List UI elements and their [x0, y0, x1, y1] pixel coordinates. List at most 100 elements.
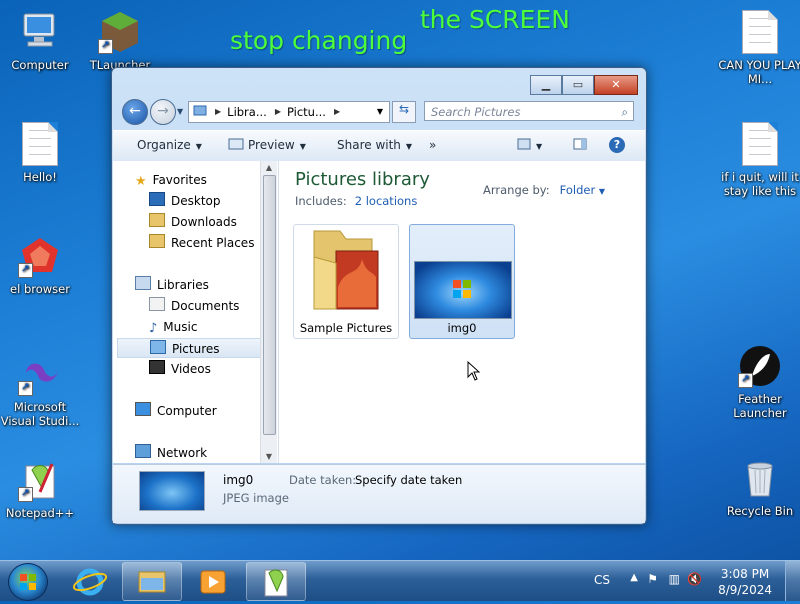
shortcut-arrow-icon: ↗ [18, 381, 33, 396]
arrange-by-dropdown[interactable]: Folder ▼ [560, 183, 605, 197]
downloads-icon [149, 213, 165, 227]
shortcut-arrow-icon: ↗ [738, 373, 753, 388]
visual-studio-icon: ↗ [18, 352, 62, 396]
action-center-flag-icon[interactable]: ⚑ [647, 572, 658, 586]
desktop-icon-notepad-plus-plus[interactable]: ↗ Notepad++ [0, 458, 82, 520]
nav-scrollbar[interactable]: ▲ ▼ [260, 161, 277, 463]
folder-icon [138, 571, 166, 593]
breadcrumb-libraries[interactable]: Libra... [227, 102, 267, 122]
preview-pane-icon [573, 138, 587, 152]
command-toolbar: Organize ▼ Preview ▼ Share with ▼ » ▼ ? [113, 130, 645, 162]
desktop-icon-visual-studio[interactable]: ↗ Microsoft Visual Studi... [0, 352, 82, 428]
taskbar-notepad-plus-plus[interactable] [246, 562, 306, 601]
shortcut-arrow-icon: ↗ [18, 263, 33, 278]
taskbar-clock[interactable]: 3:08 PM 8/9/2024 [718, 566, 772, 598]
details-file-type: JPEG image [223, 491, 289, 505]
window-controls: ▁ ▭ ✕ [530, 75, 638, 95]
desktop-icon-tlauncher[interactable]: ↗ TLauncher [78, 10, 162, 72]
recent-places-icon [149, 234, 165, 248]
scroll-up-icon[interactable]: ▲ [261, 163, 277, 172]
start-button[interactable] [8, 563, 48, 601]
preview-button[interactable]: Preview ▼ [228, 138, 306, 152]
nav-libraries[interactable]: Libraries [135, 275, 278, 295]
show-hidden-icons-button[interactable]: ▲ [630, 572, 638, 583]
breadcrumb-separator: ▶ [215, 107, 222, 116]
help-button[interactable]: ? [609, 137, 625, 153]
nav-network[interactable]: Network [135, 443, 278, 463]
scroll-down-icon[interactable]: ▼ [261, 452, 277, 461]
desktop-icon-label: Microsoft Visual Studi... [0, 400, 80, 428]
browser-icon: ↗ [18, 234, 62, 278]
volume-muted-icon[interactable]: 🔇 [687, 572, 702, 586]
desktop-icon-el-browser[interactable]: ↗ el browser [0, 234, 82, 296]
share-with-button[interactable]: Share with ▼ [337, 138, 412, 152]
shortcut-arrow-icon: ↗ [18, 487, 33, 502]
videos-icon [149, 360, 165, 374]
breadcrumb-pictures[interactable]: Pictu... [287, 102, 326, 122]
help-icon: ? [613, 138, 621, 151]
details-date-label: Date taken: [289, 473, 357, 487]
maximize-button[interactable]: ▭ [562, 75, 594, 95]
language-indicator[interactable]: CS [594, 573, 610, 587]
folder-tile-sample-pictures[interactable]: Sample Pictures [293, 224, 399, 339]
breadcrumb-separator: ▶ [274, 107, 281, 116]
desktop-icon-recycle-bin[interactable]: Recycle Bin [718, 456, 800, 518]
nav-scroll-thumb[interactable] [263, 175, 276, 435]
minimize-button[interactable]: ▁ [530, 75, 562, 95]
taskbar-windows-explorer[interactable] [122, 562, 182, 601]
recent-pages-dropdown[interactable]: ▼ [177, 107, 183, 116]
explorer-window[interactable]: ▁ ▭ ✕ ← → ▼ ▶ Libra... ▶ Pictu... ▶ ▼ ⇆ … [111, 67, 647, 525]
navigation-pane: ★ Favorites Desktop Downloads Recent Plac… [113, 161, 279, 463]
network-icon [135, 444, 151, 458]
desktop-overlay-text-1: stop changing [230, 26, 408, 55]
search-input[interactable]: Search Pictures ⌕ [424, 101, 634, 121]
address-dropdown-icon[interactable]: ▼ [377, 102, 383, 122]
network-tray-icon[interactable]: ▥ [669, 572, 680, 586]
nav-computer[interactable]: Computer [135, 401, 278, 421]
taskbar-internet-explorer[interactable] [62, 562, 118, 601]
taskbar-media-player[interactable] [186, 562, 242, 601]
close-button[interactable]: ✕ [594, 75, 638, 95]
back-arrow-icon: ← [129, 103, 141, 119]
show-desktop-button[interactable] [785, 561, 800, 601]
refresh-button[interactable]: ⇆ [392, 101, 416, 123]
forward-button[interactable]: → [150, 99, 176, 125]
desktop-icon-label: Feather Launcher [733, 392, 787, 420]
image-tile-img0[interactable]: img0 [409, 224, 515, 339]
desktop-icon-label: CAN YOU PLAY MI... [718, 58, 800, 86]
content-pane: Pictures library Includes: 2 locations Ar… [279, 161, 645, 463]
organize-button[interactable]: Organize ▼ [137, 138, 202, 152]
notepad-plus-plus-icon [264, 569, 288, 597]
details-date-value[interactable]: Specify date taken [355, 473, 462, 487]
library-locations-link[interactable]: 2 locations [355, 194, 418, 208]
search-icon: ⌕ [621, 105, 628, 119]
taskbar: CS ▲ ⚑ ▥ 🔇 3:08 PM 8/9/2024 [0, 560, 800, 601]
back-button[interactable]: ← [122, 99, 148, 125]
nav-pictures[interactable]: Pictures [117, 338, 261, 358]
feather-icon: ↗ [738, 344, 782, 388]
desktop-icon-label: el browser [10, 282, 70, 296]
preview-pane-button[interactable] [573, 138, 587, 152]
more-commands-button[interactable]: » [429, 138, 436, 152]
minecraft-icon: ↗ [98, 10, 142, 54]
change-view-button[interactable]: ▼ [517, 138, 542, 152]
refresh-icon: ⇆ [398, 102, 410, 116]
desktop-icon-feather-launcher[interactable]: ↗ Feather Launcher [718, 344, 800, 420]
clock-time: 3:08 PM [720, 567, 770, 581]
desktop-icon-computer[interactable]: Computer [0, 10, 82, 72]
navigation-bar: ← → ▼ ▶ Libra... ▶ Pictu... ▶ ▼ ⇆ Search… [120, 99, 638, 127]
desktop-icon [149, 192, 165, 206]
documents-icon [149, 297, 165, 311]
mouse-cursor-icon [467, 360, 481, 385]
details-thumbnail [139, 471, 205, 511]
text-document-icon [738, 10, 782, 54]
desktop-icon-hello[interactable]: Hello! [0, 122, 82, 184]
nav-favorites[interactable]: ★ Favorites [135, 170, 278, 190]
desktop-icon-if-i-quit[interactable]: if i quit, will it stay like this [718, 122, 800, 198]
address-bar[interactable]: ▶ Libra... ▶ Pictu... ▶ ▼ [188, 101, 390, 123]
clock-date: 8/9/2024 [718, 583, 772, 597]
library-title: Pictures library [295, 169, 430, 190]
shortcut-arrow-icon: ↗ [98, 39, 113, 54]
desktop-icon-can-you-play[interactable]: CAN YOU PLAY MI... [718, 10, 800, 86]
star-icon: ★ [135, 174, 147, 189]
